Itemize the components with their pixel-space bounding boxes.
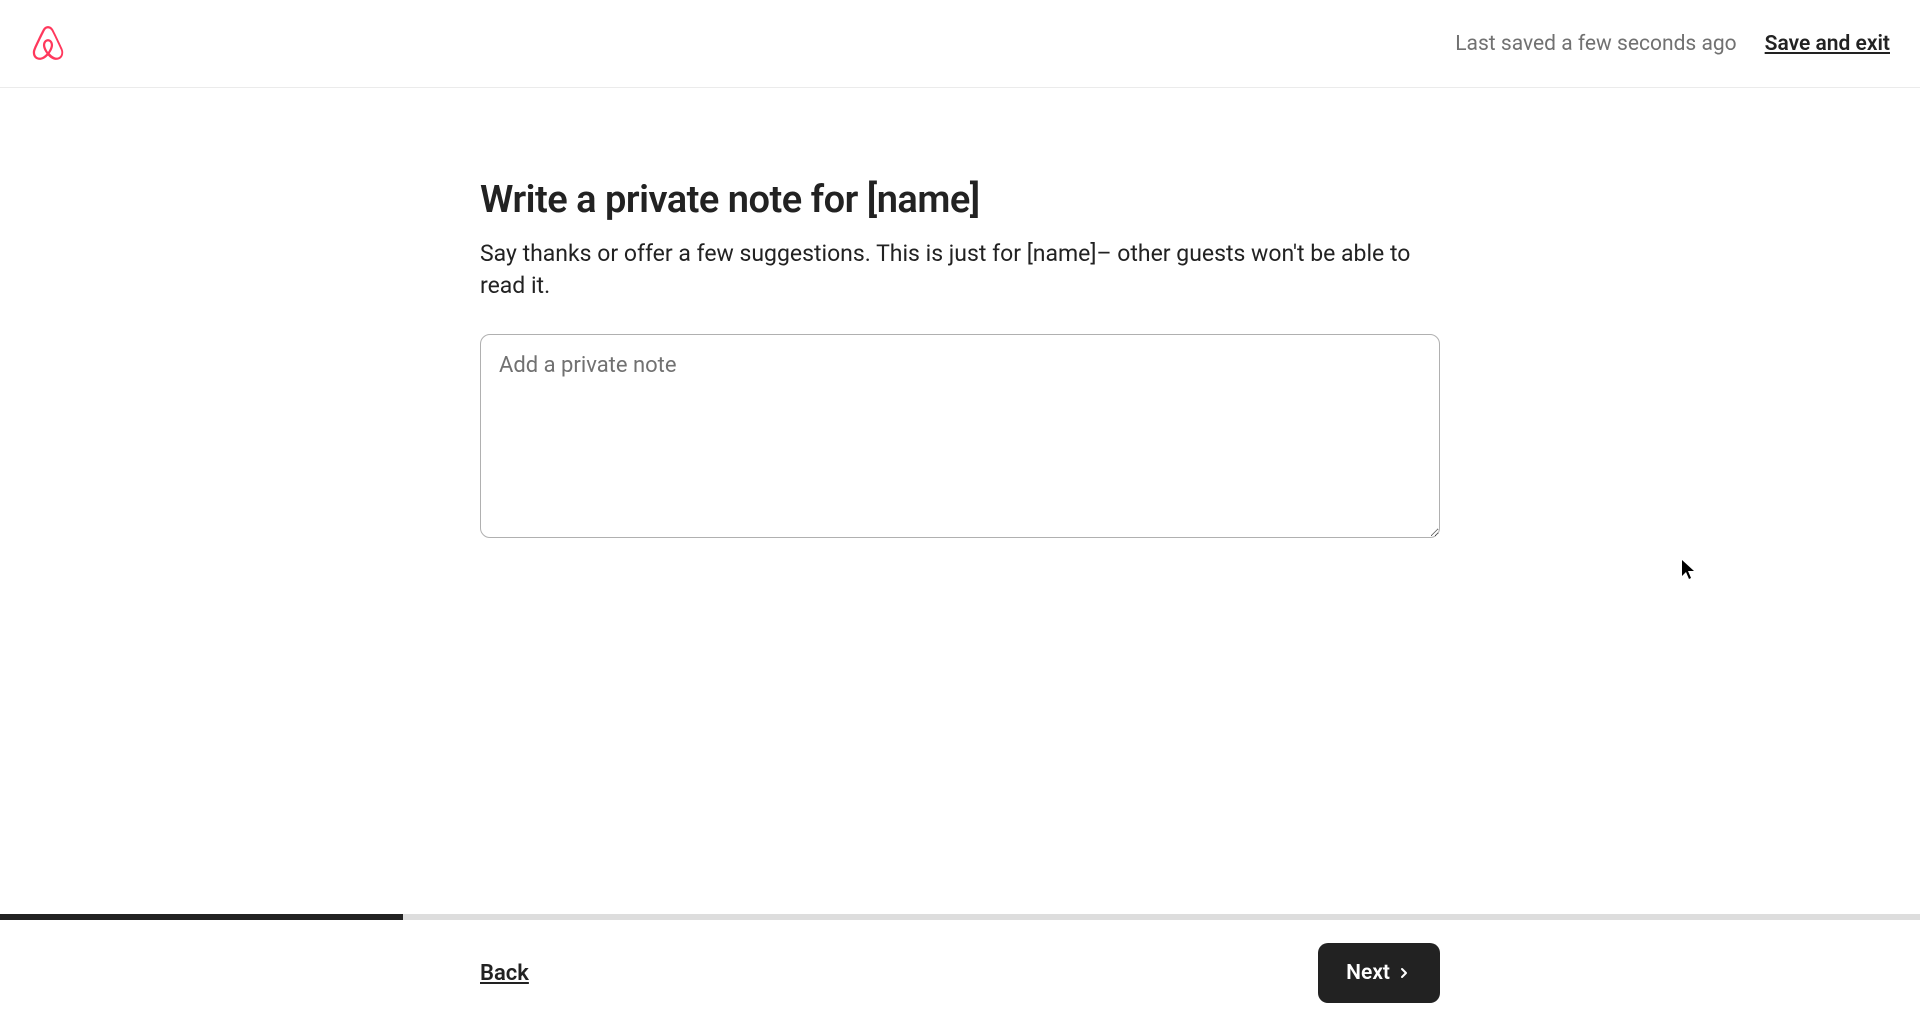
footer: Back Next: [0, 920, 1920, 1026]
next-button-label: Next: [1346, 961, 1390, 985]
save-and-exit-button[interactable]: Save and exit: [1765, 32, 1890, 56]
mouse-cursor-icon: [1682, 560, 1696, 580]
footer-inner: Back Next: [470, 943, 1450, 1003]
page-title: Write a private note for [name]: [480, 178, 1440, 222]
header: Last saved a few seconds ago Save and ex…: [0, 0, 1920, 88]
content-wrapper: Write a private note for [name] Say than…: [470, 178, 1450, 542]
main-content: Write a private note for [name] Say than…: [0, 88, 1920, 542]
save-status-text: Last saved a few seconds ago: [1455, 32, 1736, 56]
back-button[interactable]: Back: [480, 961, 529, 986]
next-button[interactable]: Next: [1318, 943, 1440, 1003]
header-right: Last saved a few seconds ago Save and ex…: [1455, 32, 1890, 56]
airbnb-logo-icon[interactable]: [30, 25, 66, 63]
page-subtitle: Say thanks or offer a few suggestions. T…: [480, 238, 1440, 302]
private-note-textarea[interactable]: [480, 334, 1440, 538]
chevron-right-icon: [1396, 965, 1412, 981]
